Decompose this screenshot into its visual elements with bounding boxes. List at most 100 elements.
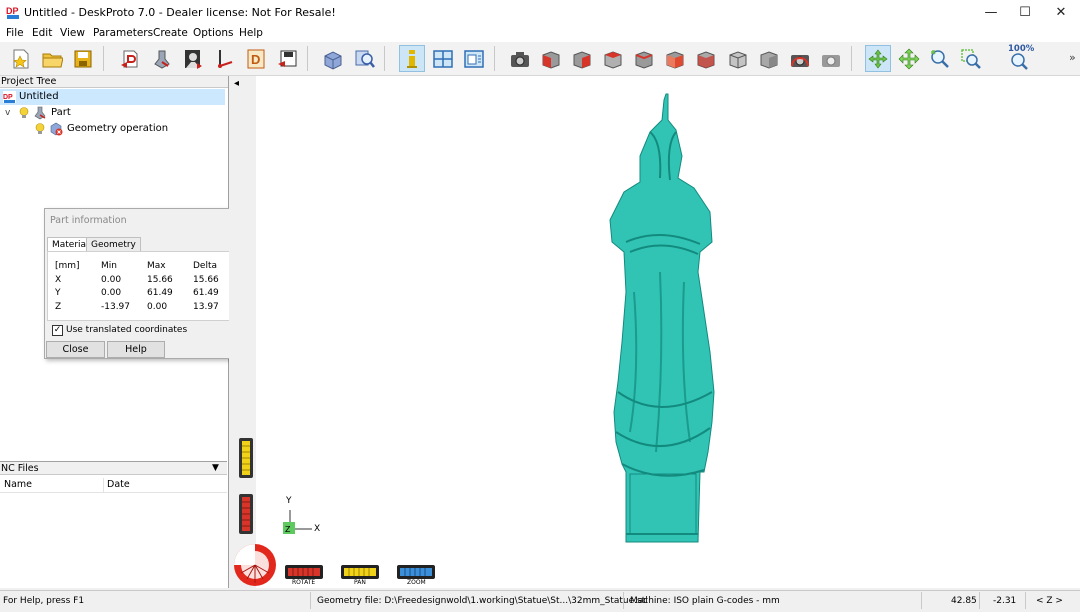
view-bottom-icon[interactable]: [693, 45, 719, 72]
column-min: Min: [101, 261, 117, 271]
camera-reset-icon[interactable]: [787, 45, 813, 72]
status-y-coordinate: -2.31: [993, 596, 1017, 606]
import-geometry-icon[interactable]: [117, 45, 143, 72]
status-machine: Machine: ISO plain G-codes - mm: [630, 596, 780, 606]
menu-view[interactable]: View: [60, 27, 85, 39]
menu-file[interactable]: File: [6, 27, 24, 39]
view-iso2-icon[interactable]: [756, 45, 782, 72]
open-folder-icon[interactable]: [39, 45, 65, 72]
rotate-dial-icon[interactable]: [233, 543, 277, 587]
menu-create[interactable]: Create: [153, 27, 188, 39]
new-file-icon[interactable]: [8, 45, 34, 72]
status-separator: [623, 592, 624, 609]
camera-icon[interactable]: [507, 45, 533, 72]
status-separator: [310, 592, 311, 609]
view-top-icon[interactable]: [662, 45, 688, 72]
nc-files-dropdown-button[interactable]: ▼: [212, 463, 219, 473]
row-min: 0.00: [101, 288, 122, 298]
save-as-icon[interactable]: [274, 45, 300, 72]
svg-text:D: D: [251, 52, 260, 67]
nc-files-column-header: Name Date: [0, 478, 227, 493]
toolbar-separator: [494, 46, 495, 71]
yellow-dial-icon[interactable]: [239, 438, 253, 478]
tree-item-untitled[interactable]: DP Untitled: [0, 89, 225, 105]
view-front-icon[interactable]: [538, 45, 564, 72]
toolbar-separator: [851, 46, 852, 71]
zoom-window-icon[interactable]: [958, 45, 984, 72]
toolbar-separator: [307, 46, 308, 71]
toolbar-overflow-button[interactable]: »: [1069, 51, 1076, 64]
tree-operation-label: Geometry operation: [67, 123, 169, 134]
tab-geometry[interactable]: Geometry: [86, 237, 141, 252]
nc-column-name[interactable]: Name: [4, 479, 32, 490]
split-view-icon[interactable]: [430, 45, 456, 72]
close-window-button[interactable]: ✕: [1044, 0, 1078, 24]
drawing-icon[interactable]: D: [243, 45, 269, 72]
lightbulb-icon[interactable]: [19, 107, 29, 119]
part-icon[interactable]: [149, 45, 175, 72]
rotate-icon[interactable]: [865, 45, 891, 72]
row-min: -13.97: [101, 302, 131, 312]
status-x-coordinate: 42.85: [951, 596, 977, 606]
info-icon[interactable]: [399, 45, 425, 72]
menu-edit[interactable]: Edit: [32, 27, 52, 39]
toolbar-separator: [384, 46, 385, 71]
statue-model: [609, 93, 715, 543]
view-right-icon[interactable]: [631, 45, 657, 72]
status-separator: [979, 592, 980, 609]
menu-help[interactable]: Help: [239, 27, 263, 39]
menu-parameters[interactable]: Parameters: [93, 27, 153, 39]
menu-options[interactable]: Options: [193, 27, 234, 39]
column-delta: Delta: [193, 261, 218, 271]
view-left-icon[interactable]: [600, 45, 626, 72]
vector-icon[interactable]: [212, 45, 238, 72]
nc-files-header: NC Files: [1, 463, 39, 474]
window-title: Untitled - DeskProto 7.0 - Dealer licens…: [24, 6, 336, 19]
collapse-panel-button[interactable]: ◂: [234, 78, 239, 89]
red-dial-icon[interactable]: [239, 494, 253, 534]
minimize-button[interactable]: —: [974, 0, 1008, 24]
toolbar-separator: [103, 46, 104, 71]
column-unit: [mm]: [55, 261, 80, 271]
translated-coordinates-label: Use translated coordinates: [66, 325, 188, 335]
pan-icon[interactable]: [896, 45, 922, 72]
tree-item-geometry-operation[interactable]: Geometry operation: [0, 121, 225, 137]
row-axis: X: [55, 275, 62, 285]
zoom-label: ZOOM: [407, 579, 426, 586]
z-navigation-control[interactable]: < Z >: [1036, 596, 1063, 606]
row-delta: 15.66: [193, 275, 219, 285]
view-back-icon[interactable]: [569, 45, 595, 72]
maximize-button[interactable]: ☐: [1008, 0, 1042, 24]
save-icon[interactable]: [70, 45, 96, 72]
lightbulb-icon[interactable]: [35, 123, 45, 135]
pan-label: PAN: [354, 579, 366, 586]
chevron-down-icon[interactable]: v: [5, 105, 10, 121]
bitmap-icon[interactable]: [180, 45, 206, 72]
dimensions-table: [mm] Min Max Delta X 0.00 15.66 15.66 Y …: [47, 251, 243, 321]
status-help: For Help, press F1: [3, 596, 85, 606]
window-view-icon[interactable]: [461, 45, 487, 72]
cube-icon[interactable]: [320, 45, 346, 72]
magnify-icon[interactable]: [352, 45, 378, 72]
row-max: 0.00: [147, 302, 168, 312]
view-iso-icon[interactable]: [725, 45, 751, 72]
deskproto-logo-icon: DP: [5, 4, 21, 20]
status-separator: [1025, 592, 1026, 609]
pan-wheel-icon[interactable]: [341, 565, 379, 579]
column-max: Max: [147, 261, 166, 271]
zoom-wheel-icon[interactable]: [397, 565, 435, 579]
nc-column-date[interactable]: Date: [107, 479, 130, 490]
tree-item-part[interactable]: v Part: [0, 105, 225, 121]
help-button[interactable]: Help: [107, 341, 165, 358]
translated-coordinates-checkbox[interactable]: ✓: [52, 325, 63, 336]
status-geometry-file: Geometry file: D:\Freedesignwold\1.worki…: [317, 596, 648, 606]
row-axis: Z: [55, 302, 62, 312]
row-max: 61.49: [147, 288, 173, 298]
camera-gray-icon[interactable]: [818, 45, 844, 72]
column-divider: [103, 478, 104, 493]
rotate-wheel-icon[interactable]: [285, 565, 323, 579]
row-axis: Y: [55, 288, 61, 298]
zoom-in-icon[interactable]: [927, 45, 953, 72]
close-button[interactable]: Close: [46, 341, 105, 358]
tree-root-label: Untitled: [19, 91, 59, 102]
